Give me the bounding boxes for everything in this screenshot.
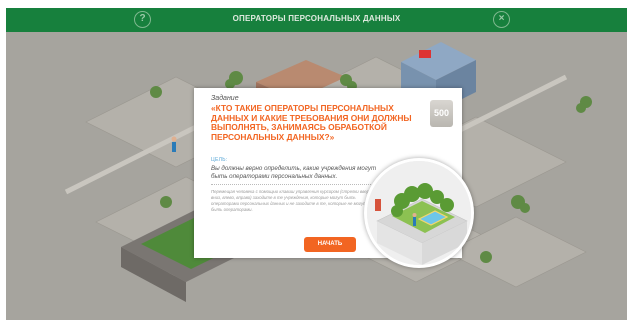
magnifier-bubble — [364, 158, 474, 268]
task-label: Задание — [211, 95, 239, 102]
divider — [211, 184, 383, 185]
goal-text: Вы должны верно определить, какие учрежд… — [211, 165, 377, 180]
zoomed-park-illustration — [367, 161, 471, 265]
goal-label: ЦЕЛЬ: — [211, 157, 228, 163]
page-title: ОПЕРАТОРЫ ПЕРСОНАЛЬНЫХ ДАННЫХ — [232, 14, 401, 23]
top-bar: ? ОПЕРАТОРЫ ПЕРСОНАЛЬНЫХ ДАННЫХ × — [6, 8, 627, 32]
player-character — [171, 136, 177, 152]
close-x-icon[interactable]: × — [493, 11, 510, 28]
instructions-text: Перемещая человека с помощью клавиш упра… — [211, 189, 373, 212]
game-frame: ? ОПЕРАТОРЫ ПЕРСОНАЛЬНЫХ ДАННЫХ × Задани… — [6, 8, 627, 320]
start-button[interactable]: НАЧАТЬ — [304, 237, 356, 252]
task-question: «КТО ТАКИЕ ОПЕРАТОРЫ ПЕРСОНАЛЬНЫХ ДАННЫХ… — [211, 103, 412, 142]
points-badge: 500 — [430, 100, 453, 127]
